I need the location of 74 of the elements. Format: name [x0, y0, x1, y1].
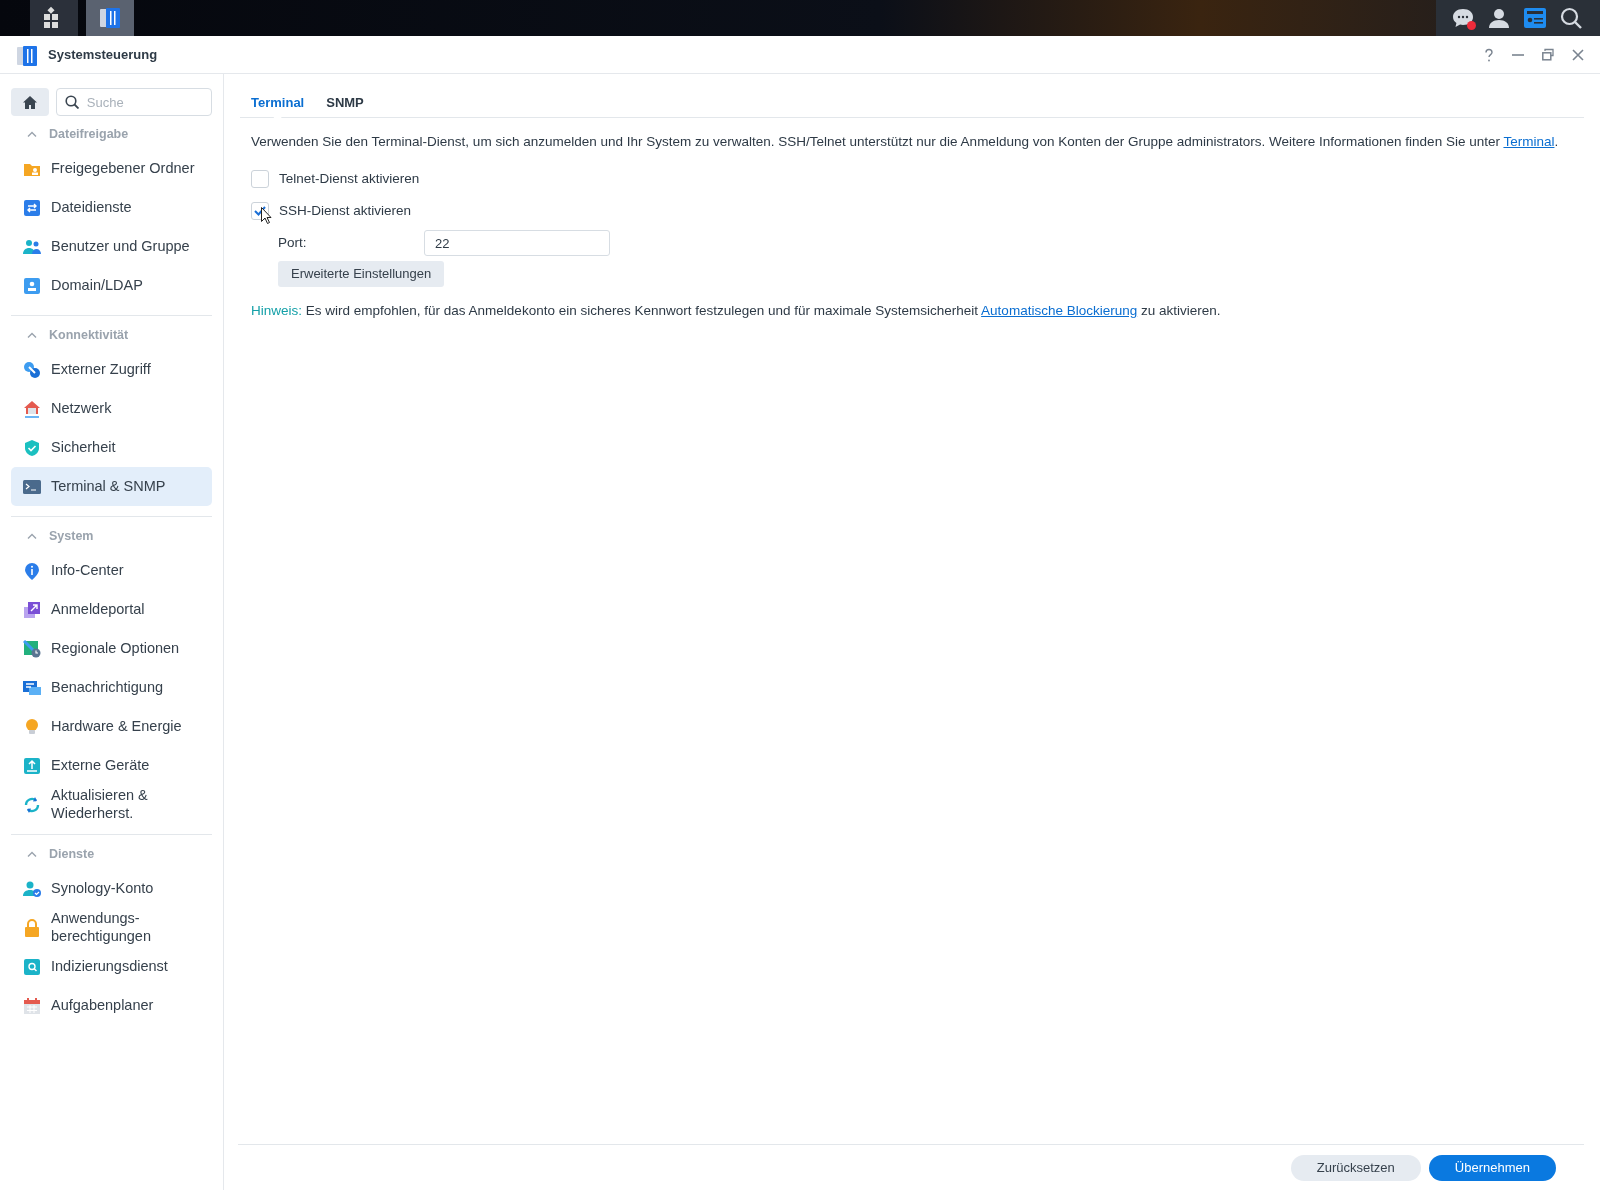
sidebar-item[interactable]: Indizierungsdienst [11, 947, 212, 987]
terminal-icon [23, 477, 41, 496]
sidebar-item[interactable]: Synology-Konto [11, 869, 212, 909]
upload-icon [23, 756, 41, 775]
window-title: Systemsteuerung [48, 45, 158, 64]
sidebar-item[interactable]: Freigegebener Ordner [11, 149, 212, 189]
description-text: Verwenden Sie den Terminal-Dienst, um sich anzumelden und Ihr System zu verwalten. SSH/Telnet unterstützt nur die Anmeldung von Konten der Gruppe administrators. Weitere Informationen finden Sie unter Terminal. [251, 133, 1560, 151]
sidebar-item[interactable]: Sicherheit [11, 428, 212, 468]
calendar-icon [23, 996, 41, 1015]
refresh-icon [23, 795, 41, 814]
section-title: System [49, 528, 94, 545]
widget-panel-icon[interactable] [1524, 7, 1546, 29]
hint-text: Hinweis: Es wird empfohlen, für das Anmeldekonto ein sicheres Kennwort festzulegen und für maximale Systemsicherheit Automatische Blockierung zu aktivieren. [251, 302, 1222, 320]
search-field[interactable]: Suche [55, 88, 212, 116]
taskbar-app-button[interactable] [30, 0, 78, 36]
chat-icon[interactable] [1452, 7, 1474, 29]
auto-block-link[interactable]: Automatische Blockierung [981, 303, 1138, 318]
link-icon [23, 360, 41, 379]
search-document-icon [23, 957, 41, 976]
checkbox-label: SSH-Dienst aktivieren [279, 201, 412, 220]
taskbar-app-button[interactable] [86, 0, 134, 36]
chevron-up-icon [27, 533, 37, 540]
arrow-box-icon [23, 600, 41, 619]
sidebar-item[interactable]: Aktualisieren & Wiederherst. [11, 785, 212, 825]
user-check-icon [23, 879, 41, 898]
chevron-up-icon [27, 131, 37, 138]
help-icon[interactable] [1484, 47, 1494, 62]
sidebar-item[interactable]: Benachrichtigung [11, 668, 212, 708]
section-title: Dateifreigabe [49, 126, 129, 143]
house-icon [23, 399, 41, 418]
lightbulb-icon [23, 717, 41, 736]
sidebar-item[interactable]: Benutzer und Gruppe [11, 227, 212, 267]
mouse-cursor-icon [261, 207, 272, 224]
users-icon [23, 237, 41, 256]
file-transfer-icon [23, 198, 41, 217]
tab[interactable]: Terminal [240, 88, 316, 118]
sidebar-item[interactable]: Aufgabenplaner [11, 986, 212, 1026]
info-icon [23, 561, 41, 580]
close-icon[interactable] [1572, 47, 1584, 62]
sidebar-item[interactable]: Anwendungs-berechtigungen [11, 908, 212, 948]
section-title: Dienste [49, 846, 95, 863]
section-title: Konnektivität [49, 327, 129, 344]
sidebar-item[interactable]: Terminal & SNMP [11, 467, 212, 507]
sidebar-item[interactable]: Anmeldeportal [11, 590, 212, 630]
checkbox[interactable] [251, 170, 269, 188]
sidebar-item[interactable]: Dateidienste [11, 188, 212, 228]
control-panel-icon [99, 6, 121, 30]
chevron-up-icon [27, 332, 37, 339]
apply-button[interactable]: Übernehmen [1428, 1154, 1556, 1181]
sidebar-item[interactable]: Domain/LDAP [11, 266, 212, 306]
sidebar-item[interactable]: Externe Geräte [11, 746, 212, 786]
checkbox-label: Telnet-Dienst aktivieren [279, 169, 420, 188]
reset-button[interactable]: Zurücksetzen [1290, 1154, 1421, 1181]
home-button[interactable] [11, 88, 49, 116]
search-icon[interactable] [1560, 7, 1582, 29]
contact-card-icon [23, 276, 41, 295]
control-panel-icon [16, 43, 38, 66]
sidebar-item[interactable]: Externer Zugriff [11, 350, 212, 390]
sidebar-item[interactable]: Hardware & Energie [11, 707, 212, 747]
port-field[interactable]: 22 [424, 230, 610, 256]
sidebar-item[interactable]: Info-Center [11, 551, 212, 591]
advanced-settings-button[interactable]: Erweiterte Einstellungen [278, 261, 445, 287]
tab[interactable]: SNMP [315, 88, 375, 118]
sidebar-item[interactable]: Netzwerk [11, 389, 212, 429]
house-icon [22, 94, 38, 110]
user-icon[interactable] [1488, 7, 1510, 29]
shield-icon [23, 438, 41, 457]
chevron-up-icon [27, 851, 37, 858]
restore-icon[interactable] [1542, 47, 1554, 62]
port-label: Port: [278, 233, 308, 252]
message-icon [23, 678, 41, 697]
padlock-icon [23, 918, 41, 937]
map-clock-icon [23, 639, 41, 658]
sidebar-item[interactable]: Regionale Optionen [11, 629, 212, 669]
